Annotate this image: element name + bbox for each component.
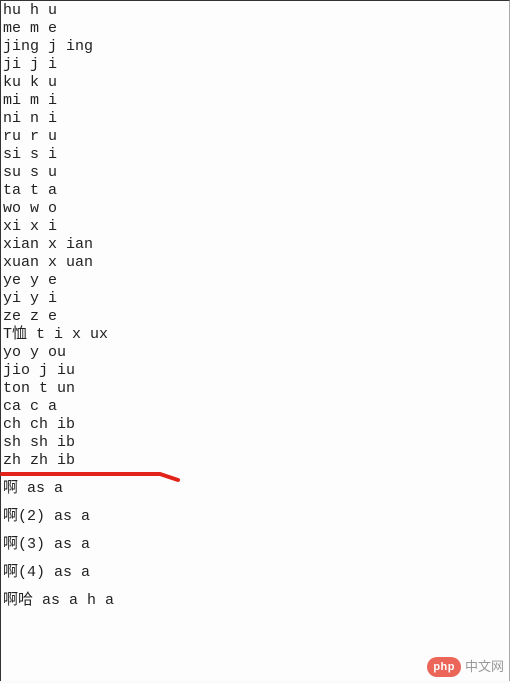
text-line: yo y ou	[3, 344, 509, 362]
text-line: hu h u	[3, 2, 509, 20]
text-line: ji j i	[3, 56, 509, 74]
text-line: xian x ian	[3, 236, 509, 254]
text-line: ku k u	[3, 74, 509, 92]
text-line: 啊(2) as a	[3, 508, 509, 526]
text-line: me m e	[3, 20, 509, 38]
text-line: ye y e	[3, 272, 509, 290]
text-line: jing j ing	[3, 38, 509, 56]
text-line: ton t un	[3, 380, 509, 398]
text-line: ch ch ib	[3, 416, 509, 434]
text-line: su s u	[3, 164, 509, 182]
watermark-text: 中文网	[465, 658, 504, 676]
text-line: 啊 as a	[3, 480, 509, 498]
text-line: ru r u	[3, 128, 509, 146]
line-list: hu h ume m ejing j ingji j iku k umi m i…	[3, 2, 509, 610]
text-line: ni n i	[3, 110, 509, 128]
text-container: hu h ume m ejing j ingji j iku k umi m i…	[0, 0, 510, 681]
text-line: wo w o	[3, 200, 509, 218]
text-line: zh zh ib	[3, 452, 509, 470]
text-line: T恤 t i x ux	[3, 326, 509, 344]
text-line: xuan x uan	[3, 254, 509, 272]
text-line: ca c a	[3, 398, 509, 416]
watermark-badge: php	[427, 657, 461, 677]
text-line: sh sh ib	[3, 434, 509, 452]
text-line: si s i	[3, 146, 509, 164]
text-line: ze z e	[3, 308, 509, 326]
text-line: 啊(4) as a	[3, 564, 509, 582]
text-line: 啊(3) as a	[3, 536, 509, 554]
text-line: ta t a	[3, 182, 509, 200]
watermark: php 中文网	[427, 657, 504, 677]
text-line: mi m i	[3, 92, 509, 110]
text-line: xi x i	[3, 218, 509, 236]
text-line: yi y i	[3, 290, 509, 308]
text-line: 啊哈 as a h a	[3, 592, 509, 610]
text-line: jio j iu	[3, 362, 509, 380]
